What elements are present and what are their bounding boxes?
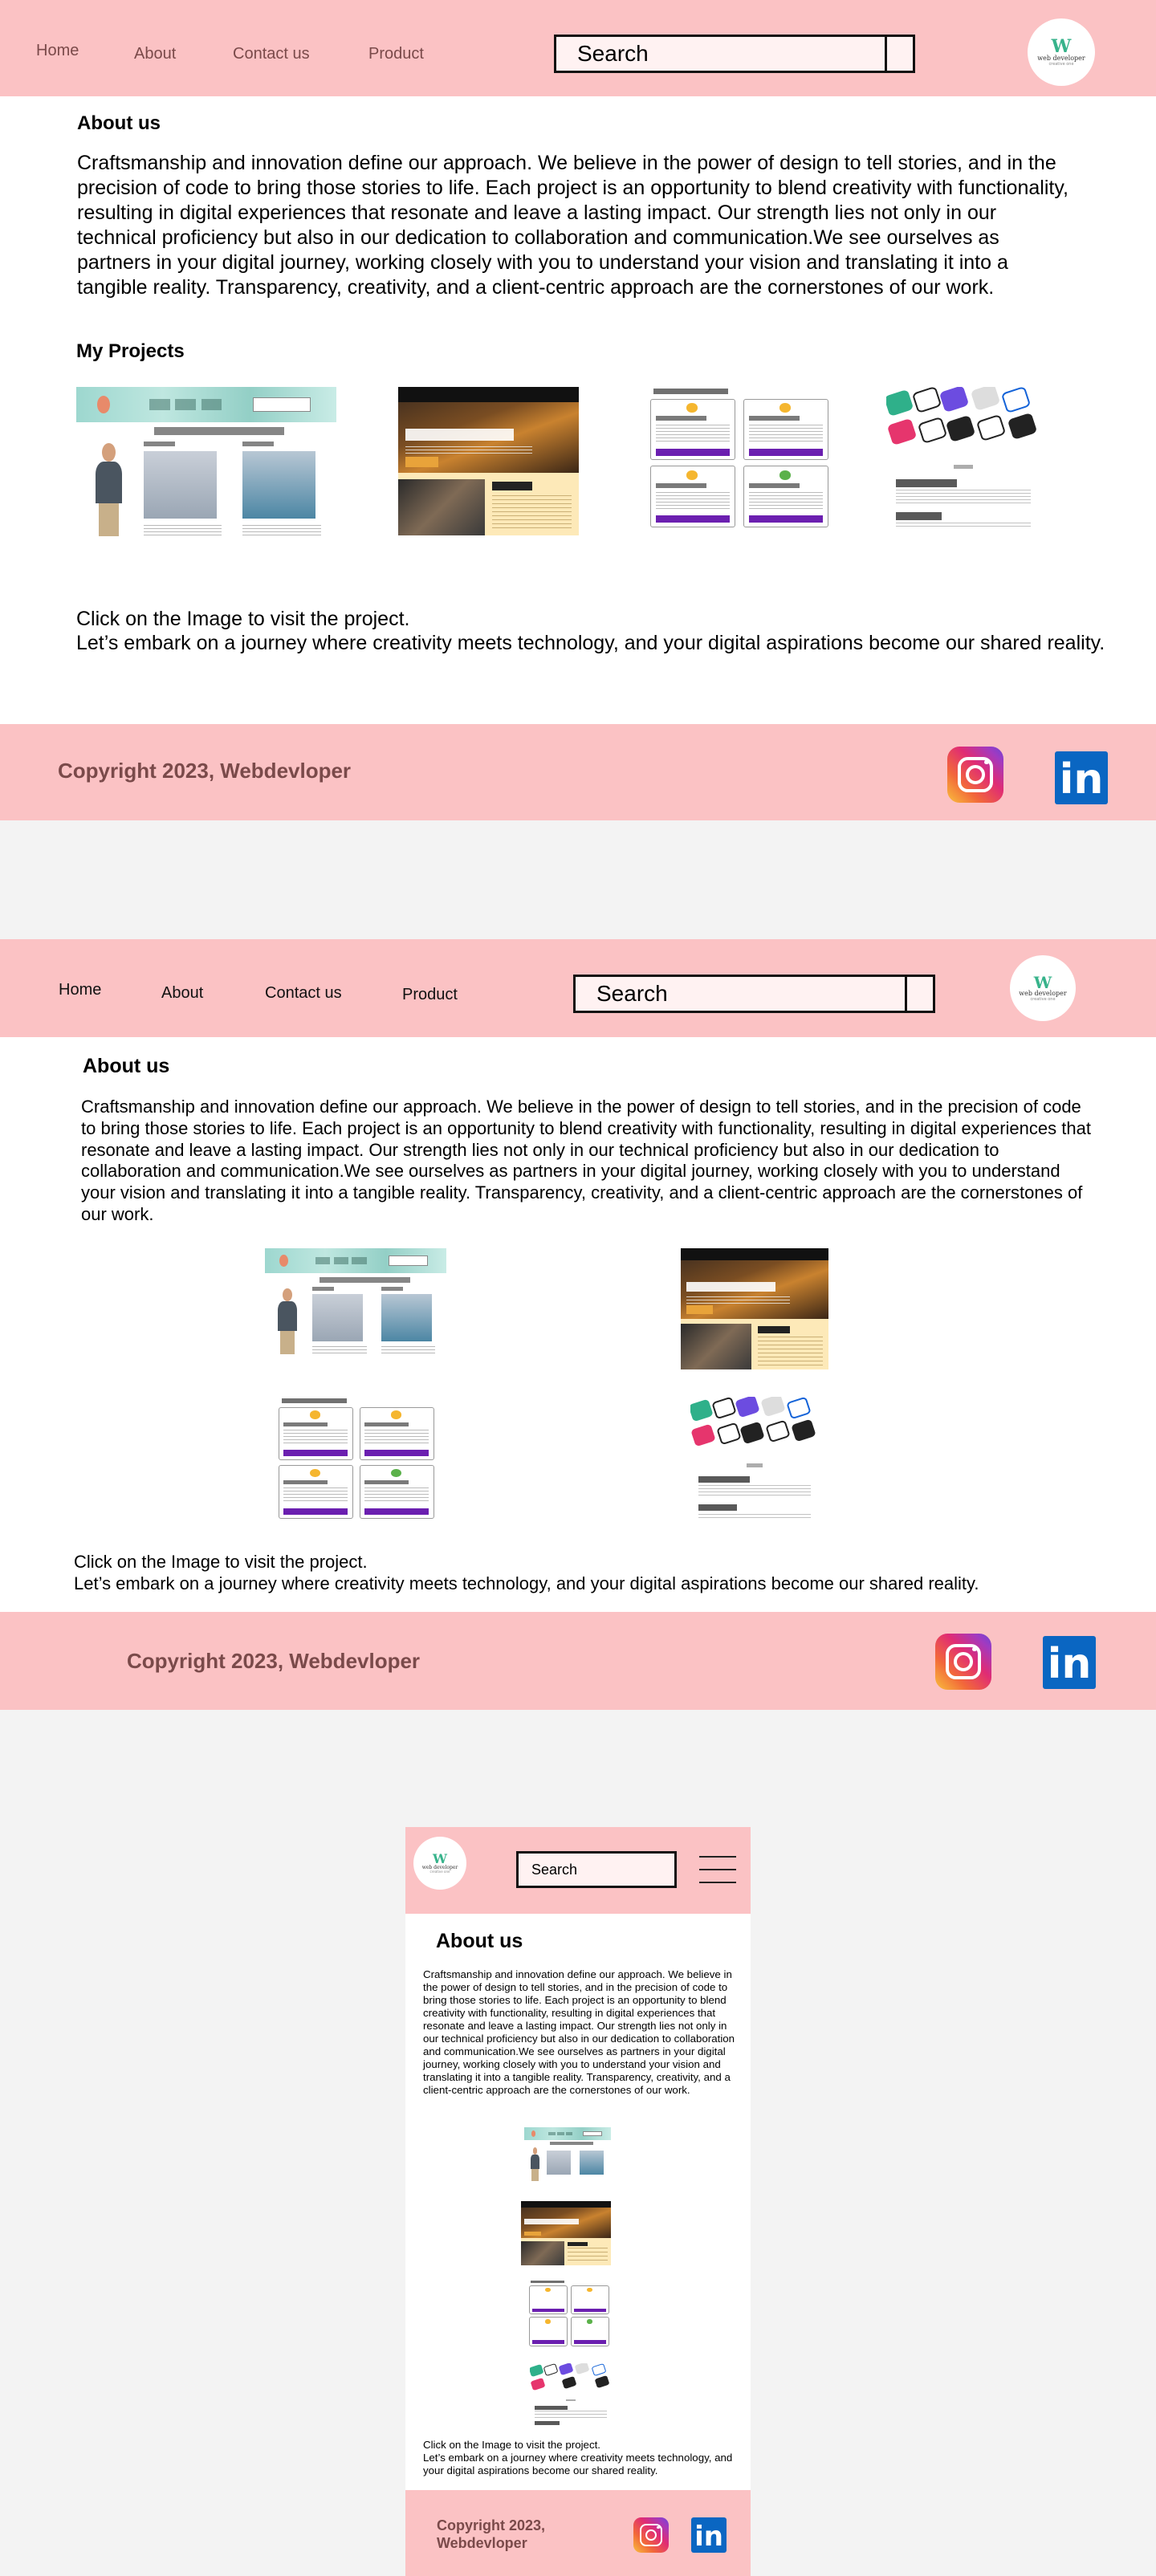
cta-line2: Let’s embark on a journey where creativi… — [76, 632, 1105, 654]
footer-copyright: Copyright 2023, Webdevloper — [58, 759, 352, 783]
nav-product[interactable]: Product — [402, 986, 458, 1004]
project-thumb-three-star[interactable] — [681, 1248, 828, 1369]
project-thumb-baking[interactable] — [76, 387, 336, 547]
about-text: Craftsmanship and innovation define our … — [81, 1097, 1091, 1225]
project-thumb-netcrafters[interactable] — [530, 2363, 612, 2432]
search-input[interactable]: Search — [516, 1851, 677, 1888]
nav-about[interactable]: About — [134, 45, 176, 63]
cta-line2: Let’s embark on a journey where creativi… — [74, 1573, 979, 1593]
about-heading: About us — [83, 1055, 170, 1077]
nav-product[interactable]: Product — [368, 45, 424, 63]
footer-copyright-line2: Webdevloper — [437, 2535, 527, 2551]
logo-tagline: creative one — [1048, 61, 1074, 67]
logo-mark: W — [1033, 973, 1052, 993]
project-thumb-emojis[interactable] — [275, 1397, 438, 1524]
logo[interactable]: W web developer creative one — [1028, 18, 1095, 86]
cta-line1: Click on the Image to visit the project. — [76, 608, 410, 630]
search-input[interactable]: Search — [554, 35, 887, 73]
search-button[interactable] — [885, 35, 915, 73]
menu-icon[interactable] — [699, 1856, 736, 1883]
nav-about[interactable]: About — [161, 984, 203, 1003]
project-thumb-emojis[interactable] — [527, 2280, 611, 2349]
project-thumb-three-star[interactable] — [398, 387, 579, 535]
logo[interactable]: W web developer creative one — [1010, 955, 1076, 1021]
instagram-icon[interactable] — [947, 747, 1003, 803]
projects-heading: My Projects — [76, 340, 185, 362]
logo-tagline: creative one — [429, 1870, 450, 1874]
nav-contact[interactable]: Contact us — [233, 45, 310, 63]
nav-home[interactable]: Home — [36, 42, 79, 60]
project-thumb-three-star[interactable] — [521, 2201, 611, 2265]
about-heading: About us — [77, 112, 161, 134]
footer-copyright: Copyright 2023, Webdevloper — [127, 1649, 421, 1673]
logo-tagline: creative one — [1030, 996, 1056, 1002]
instagram-icon[interactable] — [633, 2517, 669, 2553]
logo-mark: W — [433, 1850, 447, 1866]
footer-copyright-line1: Copyright 2023, — [437, 2517, 546, 2533]
search-input[interactable]: Search — [573, 975, 907, 1013]
desktop-header: Home About Contact us Product Search W w… — [0, 0, 1156, 96]
tablet-footer: Copyright 2023, Webdevloper in — [0, 1612, 1156, 1710]
linkedin-icon[interactable]: in — [1055, 751, 1108, 804]
tablet-main: About us Craftsmanship and innovation de… — [0, 1037, 1156, 1612]
nav-contact[interactable]: Contact us — [265, 984, 342, 1003]
instagram-icon[interactable] — [935, 1634, 991, 1690]
about-heading: About us — [436, 1930, 523, 1952]
desktop-main: About us Craftsmanship and innovation de… — [0, 96, 1156, 724]
mobile-header: W web developer creative one Search — [405, 1827, 751, 1914]
cta-line2: Let’s embark on a journey where creativi… — [423, 2452, 733, 2476]
project-thumb-emojis[interactable] — [646, 387, 832, 533]
project-thumb-baking[interactable] — [524, 2127, 611, 2185]
cta-line1: Click on the Image to visit the project. — [74, 1552, 368, 1572]
linkedin-icon[interactable]: in — [1043, 1636, 1096, 1689]
desktop-footer: Copyright 2023, Webdevloper in — [0, 724, 1156, 820]
tablet-header: Home About Contact us Product Search W w… — [0, 939, 1156, 1037]
search-button[interactable] — [905, 975, 935, 1013]
logo-mark: W — [1051, 36, 1072, 58]
mobile-footer: Copyright 2023, Webdevloper in — [405, 2490, 751, 2576]
project-thumb-netcrafters[interactable] — [886, 387, 1040, 536]
mobile-main: About us Craftsmanship and innovation de… — [405, 1914, 751, 2490]
project-thumb-netcrafters[interactable] — [690, 1397, 819, 1525]
cta-line1: Click on the Image to visit the project. — [423, 2439, 600, 2451]
linkedin-icon[interactable]: in — [691, 2517, 727, 2553]
nav-home[interactable]: Home — [59, 981, 101, 999]
project-thumb-baking[interactable] — [265, 1248, 446, 1362]
about-text: Craftsmanship and innovation define our … — [77, 152, 1068, 299]
logo[interactable]: W web developer creative one — [413, 1837, 466, 1890]
about-text: Craftsmanship and innovation define our … — [423, 1968, 735, 2096]
